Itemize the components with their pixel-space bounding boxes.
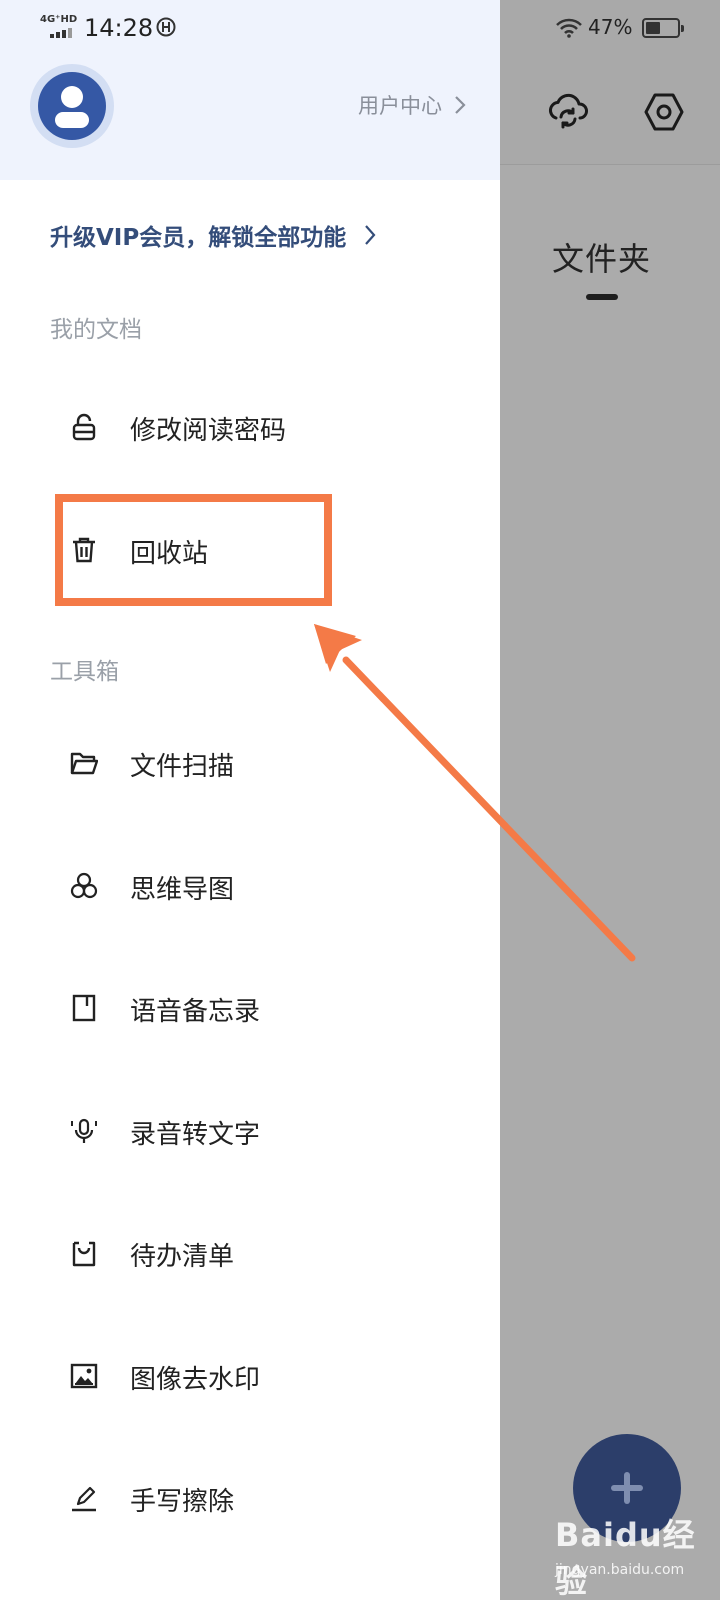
clock: 14:28 <box>84 14 154 42</box>
menu-item-change-password[interactable]: 修改阅读密码 <box>50 372 480 482</box>
cloud-sync-icon[interactable] <box>544 88 592 136</box>
menu-item-todo-list[interactable]: 待办清单 <box>50 1198 480 1308</box>
menu-item-remove-watermark[interactable]: 图像去水印 <box>50 1321 480 1431</box>
vip-banner-label: 升级VIP会员，解锁全部功能 <box>50 225 347 251</box>
menu-item-label: 修改阅读密码 <box>130 416 287 446</box>
user-icon <box>55 86 89 128</box>
menu-item-file-scan[interactable]: 文件扫描 <box>50 708 480 818</box>
navigation-drawer: 用户中心 升级VIP会员，解锁全部功能 我的文档 修改阅读密码 回收站 工具箱 <box>0 0 500 1600</box>
vip-upgrade-link[interactable]: 升级VIP会员，解锁全部功能 <box>50 218 376 252</box>
notebook-icon <box>72 994 96 1022</box>
chevron-right-icon <box>455 96 466 114</box>
menu-item-handwriting-erase[interactable]: 手写擦除 <box>50 1443 480 1553</box>
image-icon <box>70 1363 98 1389</box>
watermark-url: jingyan.baidu.com <box>555 1562 685 1578</box>
watermark-logo: Baidu经验 <box>555 1516 696 1600</box>
tab-indicator <box>586 294 618 300</box>
status-bar: 4G⁺HD 14:28 47% <box>0 0 720 60</box>
annotation-highlight-box <box>55 494 332 606</box>
user-center-label: 用户中心 <box>358 94 442 118</box>
battery-icon <box>642 18 684 38</box>
menu-item-label: 手写擦除 <box>130 1487 235 1517</box>
menu-item-label: 思维导图 <box>130 875 235 905</box>
menu-item-label: 待办清单 <box>130 1242 235 1272</box>
chevron-right-icon <box>365 225 376 245</box>
menu-item-label: 图像去水印 <box>130 1365 261 1395</box>
menu-item-label: 文件扫描 <box>130 752 235 782</box>
folder-tab[interactable]: 文件夹 <box>552 234 651 280</box>
lock-icon <box>72 413 96 441</box>
hd-call-icon <box>156 17 176 37</box>
menu-item-label: 语音备忘录 <box>130 997 261 1027</box>
folder-open-icon <box>70 752 98 775</box>
signal-icon <box>50 28 72 38</box>
avatar[interactable] <box>30 64 114 148</box>
baidu-jingyan-watermark: Baidu经验 jingyan.baidu.com <box>555 1510 715 1600</box>
menu-item-speech-to-text[interactable]: 录音转文字 <box>50 1076 480 1186</box>
section-title-tools: 工具箱 <box>50 659 119 685</box>
network-type: 4G⁺HD <box>40 14 78 25</box>
menu-item-label: 录音转文字 <box>130 1120 261 1150</box>
menu-item-voice-memo[interactable]: 语音备忘录 <box>50 953 480 1063</box>
checklist-bag-icon <box>72 1241 96 1267</box>
settings-hexagon-icon[interactable] <box>640 88 688 136</box>
pen-icon <box>72 1486 96 1512</box>
plus-icon <box>611 1472 643 1504</box>
menu-item-mind-map[interactable]: 思维导图 <box>50 831 480 941</box>
user-center-link[interactable]: 用户中心 <box>358 90 466 120</box>
wifi-icon <box>556 18 582 38</box>
battery-percent: 47% <box>588 15 633 39</box>
mindmap-icon <box>70 872 98 899</box>
microphone-icon <box>71 1118 97 1143</box>
section-title-docs: 我的文档 <box>50 317 142 343</box>
